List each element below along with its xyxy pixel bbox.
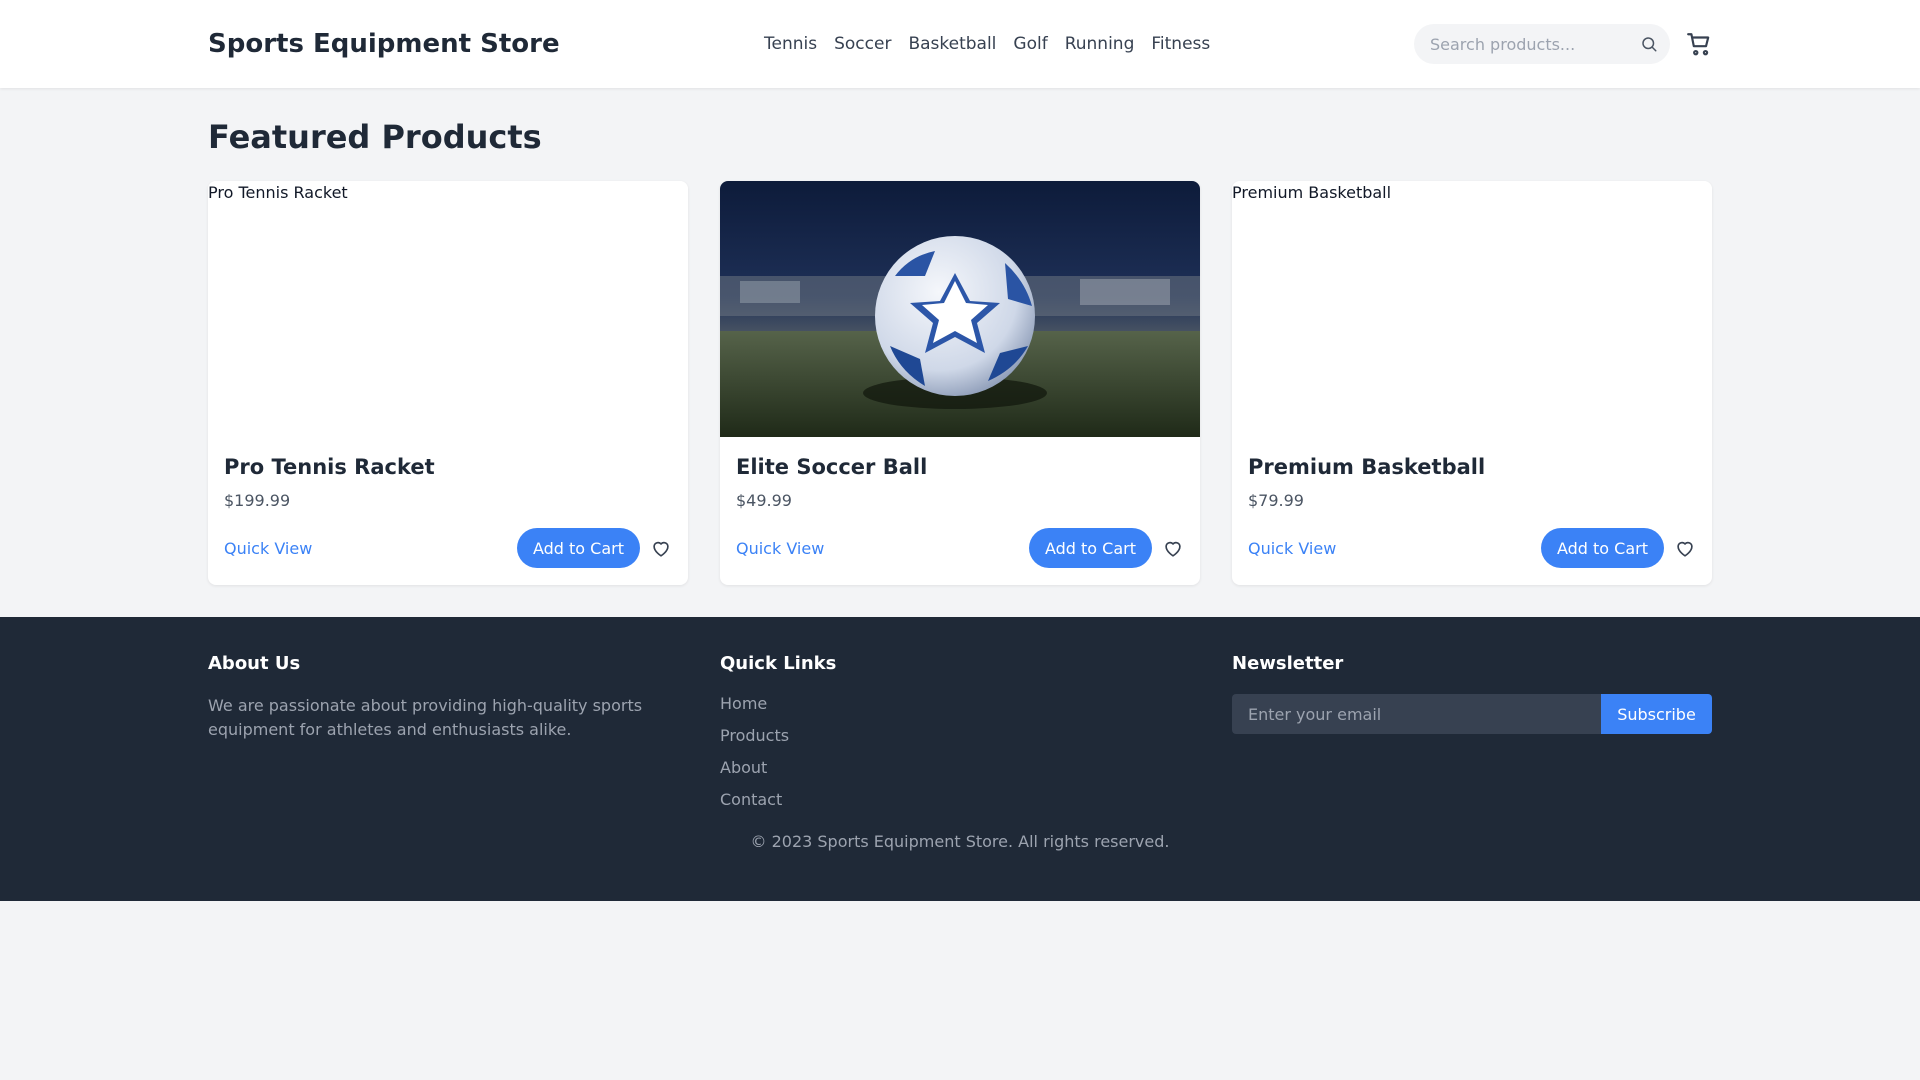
footer-newsletter: Newsletter Subscribe bbox=[1232, 653, 1712, 822]
footer-link-home[interactable]: Home bbox=[720, 694, 767, 713]
footer-link-about[interactable]: About bbox=[720, 758, 767, 777]
nav-link-basketball[interactable]: Basketball bbox=[908, 34, 996, 54]
add-to-cart-button[interactable]: Add to Cart bbox=[1028, 528, 1152, 568]
section-title: Featured Products bbox=[208, 118, 542, 156]
category-nav: Tennis Soccer Basketball Golf Running Fi… bbox=[764, 34, 1210, 54]
heart-icon[interactable] bbox=[650, 537, 672, 559]
brand-title[interactable]: Sports Equipment Store bbox=[208, 29, 560, 59]
subscribe-button[interactable]: Subscribe bbox=[1601, 694, 1712, 734]
product-image-broken[interactable]: Pro Tennis Racket bbox=[208, 181, 688, 437]
image-alt-text: Premium Basketball bbox=[1232, 183, 1392, 202]
footer-about: About Us We are passionate about providi… bbox=[208, 653, 688, 822]
product-name: Pro Tennis Racket bbox=[224, 455, 435, 479]
site-header: Sports Equipment Store Tennis Soccer Bas… bbox=[0, 0, 1920, 88]
copyright-text: © 2023 Sports Equipment Store. All right… bbox=[750, 832, 1170, 851]
newsletter-form: Subscribe bbox=[1232, 694, 1712, 734]
product-name: Premium Basketball bbox=[1248, 455, 1486, 479]
quick-view-link[interactable]: Quick View bbox=[224, 539, 312, 558]
footer-quick-links: Quick Links Home Products About Contact bbox=[720, 653, 1200, 822]
search-icon[interactable] bbox=[1640, 35, 1658, 53]
product-card: Pro Tennis Racket Pro Tennis Racket $199… bbox=[208, 181, 688, 585]
nav-link-fitness[interactable]: Fitness bbox=[1151, 34, 1210, 54]
newsletter-heading: Newsletter bbox=[1232, 653, 1344, 674]
nav-link-running[interactable]: Running bbox=[1065, 34, 1135, 54]
newsletter-email-input[interactable] bbox=[1232, 694, 1601, 734]
site-footer: About Us We are passionate about providi… bbox=[0, 617, 1920, 901]
heart-icon[interactable] bbox=[1674, 537, 1696, 559]
cart-icon[interactable] bbox=[1686, 31, 1712, 57]
soccer-ball-photo bbox=[720, 181, 1200, 437]
product-price: $49.99 bbox=[736, 491, 792, 510]
search-input[interactable] bbox=[1430, 34, 1640, 54]
footer-link-contact[interactable]: Contact bbox=[720, 790, 782, 809]
product-grid: Pro Tennis Racket Pro Tennis Racket $199… bbox=[208, 181, 1712, 585]
product-price: $199.99 bbox=[224, 491, 291, 510]
image-alt-text: Pro Tennis Racket bbox=[208, 183, 348, 202]
product-name: Elite Soccer Ball bbox=[736, 455, 928, 479]
add-to-cart-button[interactable]: Add to Cart bbox=[1540, 528, 1664, 568]
quick-links-heading: Quick Links bbox=[720, 653, 837, 674]
product-image-broken[interactable]: Premium Basketball bbox=[1232, 181, 1712, 437]
product-image[interactable] bbox=[720, 181, 1200, 437]
product-card: Elite Soccer Ball $49.99 Quick View Add … bbox=[720, 181, 1200, 585]
quick-view-link[interactable]: Quick View bbox=[736, 539, 824, 558]
header-actions bbox=[1414, 24, 1712, 64]
product-price: $79.99 bbox=[1248, 491, 1304, 510]
about-text: We are passionate about providing high-q… bbox=[208, 696, 643, 739]
main-content: Featured Products Pro Tennis Racket Pro … bbox=[0, 88, 1920, 617]
footer-link-products[interactable]: Products bbox=[720, 726, 789, 745]
nav-link-tennis[interactable]: Tennis bbox=[764, 34, 817, 54]
nav-link-golf[interactable]: Golf bbox=[1013, 34, 1047, 54]
heart-icon[interactable] bbox=[1162, 537, 1184, 559]
about-heading: About Us bbox=[208, 653, 301, 674]
add-to-cart-button[interactable]: Add to Cart bbox=[516, 528, 640, 568]
quick-view-link[interactable]: Quick View bbox=[1248, 539, 1336, 558]
nav-link-soccer[interactable]: Soccer bbox=[834, 34, 891, 54]
product-card: Premium Basketball Premium Basketball $7… bbox=[1232, 181, 1712, 585]
search-box bbox=[1414, 24, 1670, 64]
